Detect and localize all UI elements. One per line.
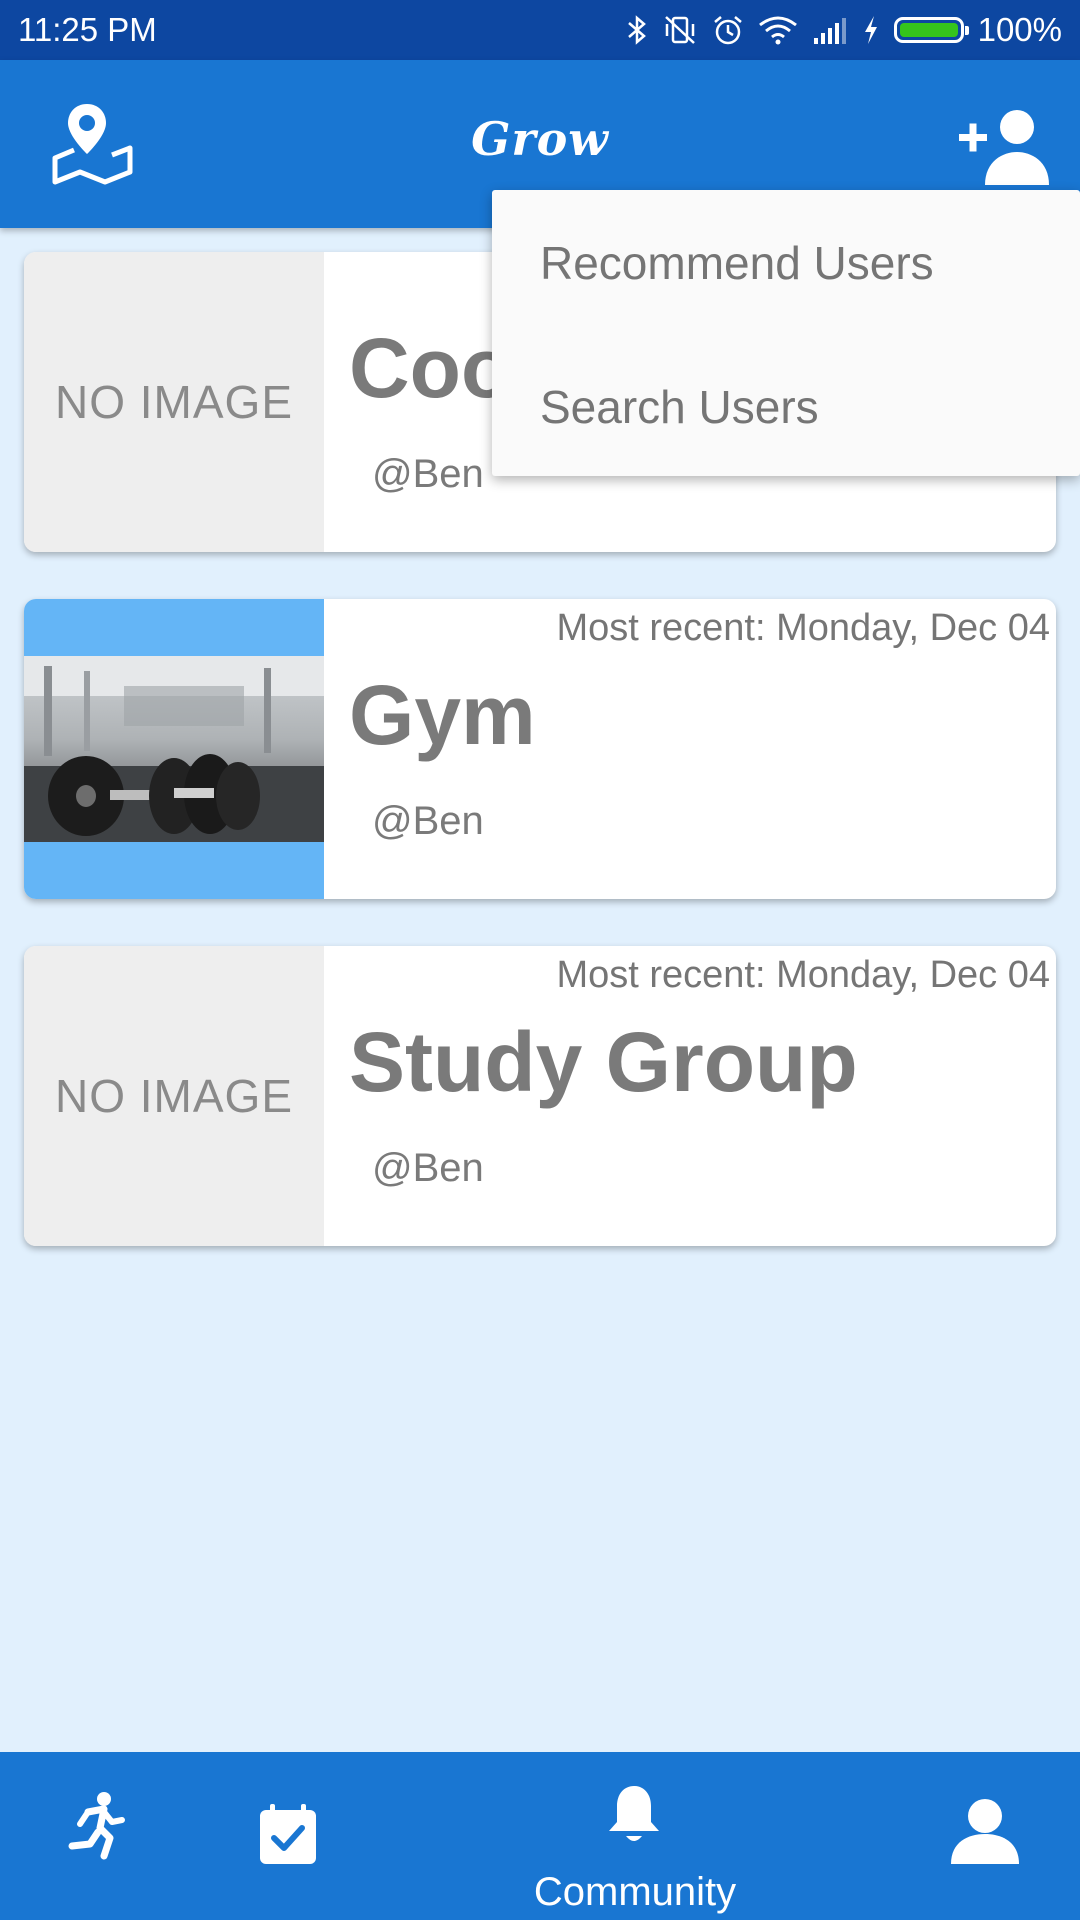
battery-fill <box>899 23 958 37</box>
calendar-check-icon <box>260 1804 316 1864</box>
signal-icon <box>813 18 846 44</box>
battery-text: 100% <box>977 11 1062 48</box>
nav-item-profile[interactable] <box>950 1798 1020 1869</box>
person-icon <box>951 1799 1019 1864</box>
menu-item-search-users[interactable]: Search Users <box>540 380 819 434</box>
app-title: Grow <box>471 112 609 166</box>
group-title: Study Group <box>349 1015 858 1109</box>
no-image-label: NO IMAGE <box>54 1070 294 1122</box>
group-thumbnail: NO IMAGE <box>24 252 324 552</box>
add-user-button[interactable] <box>955 105 1055 185</box>
dumbbells-photo <box>24 656 324 842</box>
group-card[interactable]: NO IMAGE Most recent: Monday, Dec 04 Stu… <box>24 946 1056 1246</box>
group-card[interactable]: Most recent: Monday, Dec 04 Gym @Ben <box>24 599 1056 899</box>
group-owner: @Ben <box>372 452 484 496</box>
group-owner: @Ben <box>372 1146 484 1190</box>
status-bar: 11:25 PM 100% <box>0 0 1080 60</box>
bottom-nav: Community <box>0 1752 1080 1920</box>
running-icon <box>68 1792 125 1860</box>
recent-activity-label: Most recent: Monday, Dec 04 <box>556 607 1050 649</box>
add-user-menu: Recommend Users Search Users <box>492 190 1080 476</box>
nav-item-activity[interactable] <box>60 1790 130 1865</box>
nav-label-community: Community <box>533 1870 737 1914</box>
vibrate-off-icon <box>664 16 695 44</box>
alarm-icon <box>713 16 742 45</box>
recent-activity-label: Most recent: Monday, Dec 04 <box>556 954 1050 996</box>
bell-icon <box>609 1786 659 1841</box>
add-user-icon <box>959 110 1049 185</box>
no-image-label: NO IMAGE <box>54 376 294 428</box>
group-title: Coo <box>349 321 513 415</box>
group-owner: @Ben <box>372 799 484 843</box>
wifi-icon <box>758 16 797 45</box>
nav-item-calendar[interactable] <box>258 1804 318 1869</box>
status-time: 11:25 PM <box>18 11 157 48</box>
battery-icon <box>893 17 969 43</box>
bluetooth-icon <box>627 15 646 45</box>
status-icons: 100% <box>626 11 1062 49</box>
group-thumbnail: NO IMAGE <box>24 946 324 1246</box>
charging-icon <box>864 16 877 44</box>
group-title: Gym <box>349 668 536 762</box>
menu-item-recommend-users[interactable]: Recommend Users <box>540 236 934 290</box>
group-thumbnail <box>24 599 324 899</box>
